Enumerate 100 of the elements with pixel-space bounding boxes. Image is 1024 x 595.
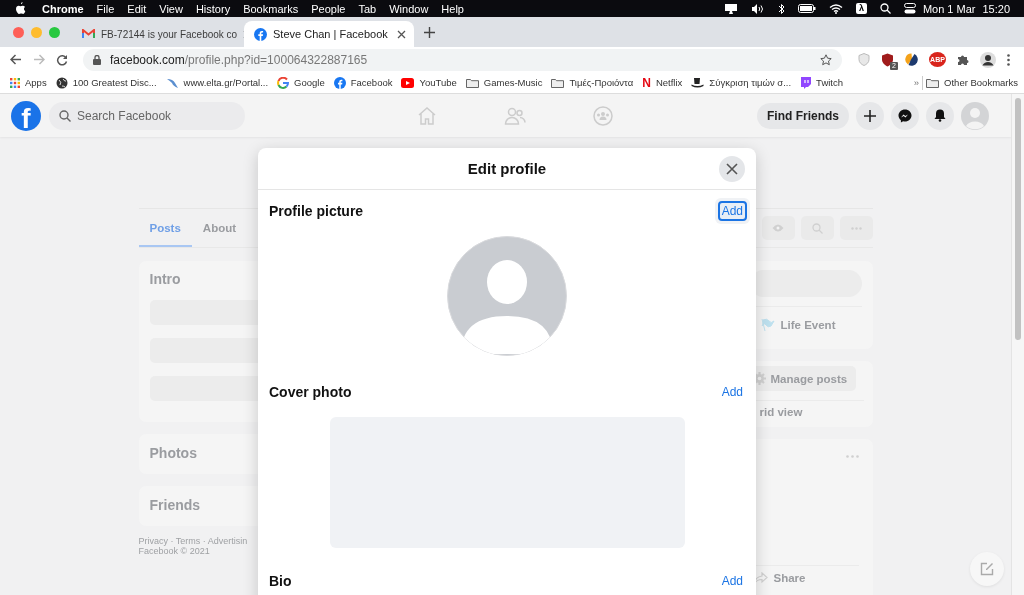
search-icon bbox=[811, 222, 823, 234]
bookmark[interactable]: Τιμές-Προιόντα bbox=[551, 77, 634, 88]
menu-item[interactable]: People bbox=[311, 2, 346, 15]
bookmark[interactable]: Apps bbox=[10, 77, 47, 88]
bookmark-label: Τιμές-Προιόντα bbox=[569, 77, 634, 88]
profile-avatar-icon[interactable] bbox=[980, 51, 996, 68]
add-link[interactable]: Add bbox=[719, 384, 745, 400]
google-icon bbox=[277, 76, 290, 89]
bookmarks-overflow-button[interactable]: » bbox=[913, 77, 920, 88]
lock-icon bbox=[93, 54, 101, 65]
edit-icon bbox=[980, 562, 994, 576]
folder-icon bbox=[465, 77, 479, 88]
menu-item[interactable]: Help bbox=[441, 2, 464, 15]
menu-item[interactable]: View bbox=[159, 2, 183, 15]
close-icon bbox=[726, 163, 738, 175]
app-menu[interactable]: Chrome bbox=[42, 2, 84, 15]
section-title: Profile picture bbox=[269, 203, 364, 219]
input-source-indicator[interactable]: λ bbox=[855, 3, 867, 14]
bookmark[interactable]: YouTube bbox=[401, 77, 457, 88]
search-icon[interactable] bbox=[879, 3, 891, 14]
folder-icon bbox=[551, 77, 565, 88]
menu-item[interactable]: File bbox=[96, 2, 115, 15]
menubar-time: 15:20 bbox=[982, 2, 1010, 15]
section-title: Cover photo bbox=[269, 384, 352, 400]
play-button-icon bbox=[401, 77, 415, 88]
apps-grid-icon bbox=[10, 77, 20, 88]
menu-item[interactable]: Tab bbox=[358, 2, 377, 15]
create-button[interactable] bbox=[856, 101, 884, 130]
wifi-icon[interactable] bbox=[828, 3, 843, 14]
volume-icon[interactable] bbox=[750, 3, 765, 14]
swirl-icon[interactable] bbox=[905, 53, 918, 66]
browser-tab[interactable]: Steve Chan | Facebook bbox=[244, 21, 414, 47]
notifications-button[interactable] bbox=[926, 101, 954, 130]
bookmark-label: Games-Music bbox=[483, 77, 543, 88]
bookmark[interactable]: Σύγκριση τιμών σ... bbox=[691, 77, 792, 88]
bookmark-label: Google bbox=[294, 77, 325, 88]
bookmark-label: Apps bbox=[25, 77, 47, 88]
bookmark[interactable]: Facebook bbox=[333, 76, 393, 89]
puzzle-icon[interactable] bbox=[957, 53, 969, 66]
flag-icon bbox=[760, 318, 775, 332]
bookmark-label: YouTube bbox=[419, 77, 457, 88]
search-field[interactable]: Search Facebook bbox=[49, 101, 245, 130]
bookmark-label: Other Bookmarks bbox=[944, 77, 1018, 88]
netflix-icon: N bbox=[642, 76, 651, 89]
monitor-icon[interactable] bbox=[723, 2, 738, 15]
back-arrow-icon[interactable] bbox=[10, 54, 22, 65]
scrollbar[interactable] bbox=[1011, 94, 1024, 595]
bell-icon bbox=[934, 109, 946, 122]
facebook-icon bbox=[333, 76, 346, 89]
bookmark-label: 100 Greatest Disc... bbox=[72, 77, 157, 88]
bookmark-label: Netflix bbox=[655, 77, 683, 88]
battery-icon[interactable] bbox=[797, 4, 816, 13]
add-link[interactable]: Add bbox=[719, 573, 745, 589]
card-title: Friends bbox=[149, 497, 201, 513]
section-title: Bio bbox=[269, 573, 292, 589]
menu-item[interactable]: Bookmarks bbox=[243, 2, 299, 15]
find-friends-button[interactable]: Find Friends bbox=[757, 102, 849, 129]
new-tab-icon[interactable] bbox=[424, 26, 435, 38]
reload-icon[interactable] bbox=[56, 53, 68, 66]
eye-icon bbox=[772, 224, 784, 232]
top-hat-icon bbox=[691, 77, 705, 88]
dialog-title: Edit profile bbox=[467, 160, 547, 177]
bookmark-label: Twitch bbox=[816, 77, 844, 88]
url-text: facebook.com/profile.php?id=100064322887165 bbox=[110, 52, 368, 67]
close-icon[interactable] bbox=[397, 29, 406, 39]
bookmark-label: Facebook bbox=[350, 77, 393, 88]
bookmark[interactable]: Other Bookmarks bbox=[926, 77, 1018, 88]
control-center-icon[interactable] bbox=[903, 3, 916, 14]
envelope-icon bbox=[82, 29, 95, 39]
chat-bubble-icon bbox=[898, 108, 912, 123]
tab-title: Steve Chan | Facebook bbox=[273, 28, 389, 40]
plus-icon bbox=[864, 109, 876, 122]
card-title: Intro bbox=[149, 271, 182, 287]
bookmark-label: Σύγκριση τιμών σ... bbox=[709, 77, 792, 88]
bookmark[interactable]: Google bbox=[277, 76, 325, 89]
bookmark[interactable]: N Netflix bbox=[642, 76, 683, 89]
messenger-button[interactable] bbox=[891, 101, 919, 130]
menu-item[interactable]: History bbox=[195, 2, 231, 15]
bookmark[interactable]: Games-Music bbox=[465, 77, 543, 88]
menu-item[interactable]: Window bbox=[389, 2, 429, 15]
globe-icon bbox=[55, 76, 68, 89]
close-button[interactable] bbox=[719, 156, 745, 182]
bluetooth-icon[interactable] bbox=[777, 2, 785, 15]
bookmark-label: www.elta.gr/Portal... bbox=[183, 77, 269, 88]
bookmark[interactable]: www.elta.gr/Portal... bbox=[165, 76, 269, 89]
folder-icon bbox=[926, 77, 940, 88]
star-icon[interactable] bbox=[820, 53, 832, 66]
bookmark[interactable]: 100 Greatest Disc... bbox=[55, 76, 157, 89]
share-arrow-icon bbox=[753, 572, 768, 584]
more-menu-icon[interactable] bbox=[1007, 53, 1010, 66]
apple-icon[interactable] bbox=[15, 2, 26, 15]
card-title: Photos bbox=[149, 445, 197, 461]
facebook-logo[interactable]: f bbox=[11, 100, 41, 131]
footer-text: Facebook © 2021 bbox=[138, 546, 211, 556]
menubar-date: Mon 1 Mar bbox=[922, 2, 976, 15]
chat-bubble-icon bbox=[800, 76, 812, 89]
address-bar[interactable]: facebook.com/profile.php?id=100064322887165 bbox=[83, 48, 842, 71]
footer-text: Privacy · Terms · Advertisin bbox=[138, 536, 249, 546]
menu-item[interactable]: Edit bbox=[127, 2, 147, 15]
bookmark[interactable]: Twitch bbox=[800, 76, 844, 89]
